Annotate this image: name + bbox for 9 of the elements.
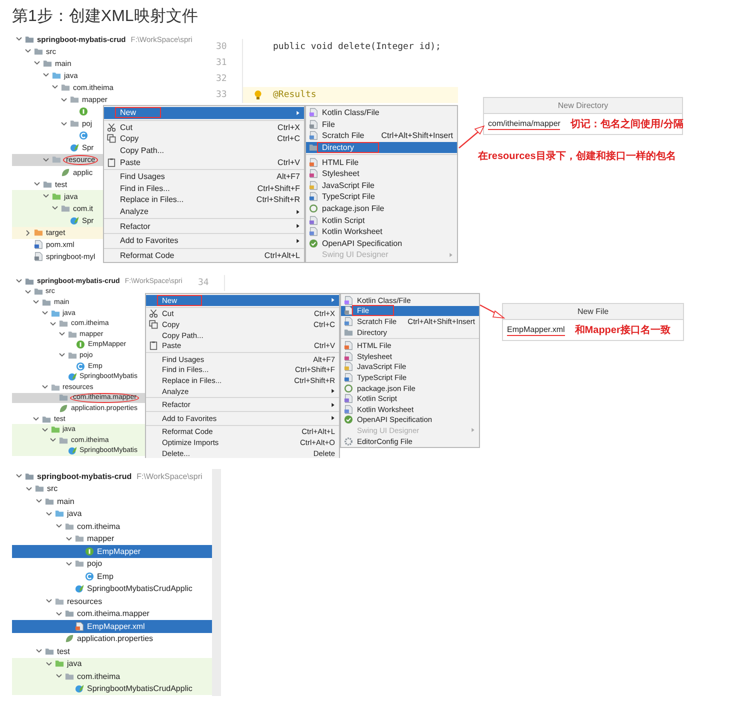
annotation-note: 切记：包名之间使用/分隔 [570,117,684,131]
annotation-note: 在resources目录下，创建和接口一样的包名 [478,150,677,163]
code-text: @Results [273,90,316,100]
annotation-note: 和Mapper接口名一致 [574,324,670,337]
dialog-title: New Directory [484,98,682,114]
dialog-title: New File [503,304,683,320]
step-heading: 第1步：创建XML映射文件 [11,6,199,27]
line-number: 33 [212,87,243,103]
code-text: public void delete(Integer id); [273,42,441,52]
